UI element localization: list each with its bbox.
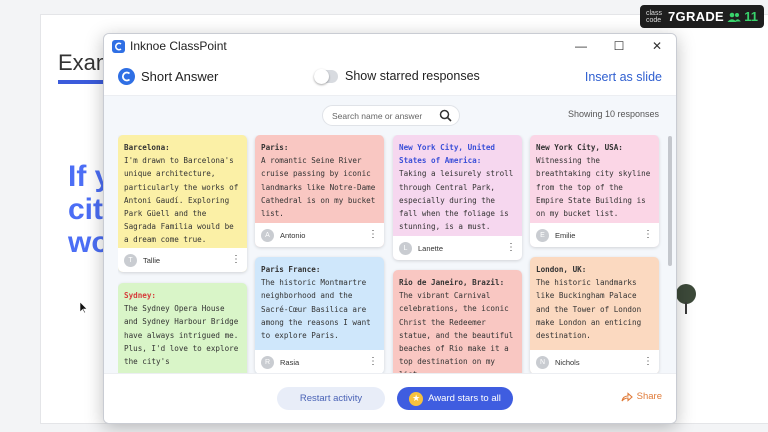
- student-name: Rasia: [280, 357, 300, 367]
- search-placeholder: Search name or answer: [332, 110, 423, 121]
- class-code-label: class code: [646, 9, 662, 24]
- response-card[interactable]: Barcelona: I'm drawn to Barcelona's uniqu…: [118, 135, 247, 272]
- close-icon[interactable]: ✕: [638, 34, 676, 58]
- insert-as-slide-button[interactable]: Insert as slide: [585, 70, 662, 84]
- avatar: R: [261, 355, 274, 369]
- response-text: New York City, United States of America:…: [393, 135, 522, 237]
- class-name: 7GRADE: [668, 9, 724, 24]
- activity-title: Short Answer: [141, 69, 219, 84]
- star-icon: ★: [409, 391, 424, 406]
- award-stars-button[interactable]: ★ Award stars to all: [397, 387, 513, 410]
- starred-toggle[interactable]: [314, 68, 338, 84]
- response-location: London, UK:: [536, 265, 587, 274]
- response-text: Paris: A romantic Seine River cruise pass…: [255, 135, 384, 224]
- response-footer: E Emilie ⋮: [530, 223, 659, 247]
- users-icon: [727, 12, 742, 22]
- maximize-icon[interactable]: ☐: [600, 34, 638, 58]
- response-body: A romantic Seine River cruise passing by…: [261, 156, 376, 219]
- award-stars-label: Award stars to all: [428, 393, 501, 404]
- share-icon: [621, 391, 633, 402]
- starred-toggle-label: Show starred responses: [345, 69, 480, 83]
- student-name: Lanette: [418, 243, 444, 253]
- more-options-icon[interactable]: ⋮: [643, 230, 653, 240]
- response-text: Sydney: The Sydney Opera House and Sydney…: [118, 283, 247, 372]
- response-count: Showing 10 responses: [567, 109, 659, 119]
- response-location: New York City, United States of America:: [399, 143, 496, 166]
- response-footer: T Tallie ⋮: [118, 248, 247, 272]
- minimize-icon[interactable]: —: [562, 34, 600, 58]
- classpoint-logo-icon: [112, 39, 125, 53]
- response-card[interactable]: London, UK: The historic landmarks like B…: [530, 257, 659, 374]
- response-location: Paris France:: [261, 265, 321, 274]
- more-options-icon[interactable]: ⋮: [368, 230, 378, 240]
- response-footer: A Antonio ⋮: [255, 223, 384, 247]
- response-card[interactable]: New York City, USA: Witnessing the breath…: [530, 135, 659, 247]
- response-card[interactable]: Paris: A romantic Seine River cruise pass…: [255, 135, 384, 247]
- window-title: Inknoe ClassPoint: [130, 39, 227, 53]
- response-footer: L Lanette ⋮: [393, 236, 522, 260]
- scrollbar[interactable]: [668, 136, 672, 266]
- share-button[interactable]: Share: [621, 391, 662, 402]
- response-location: Barcelona:: [124, 143, 170, 152]
- response-card[interactable]: Rio de Janeiro, Brazil: The vibrant Carni…: [393, 270, 522, 374]
- response-footer: R Rasia ⋮: [255, 350, 384, 374]
- short-answer-icon: [118, 68, 135, 85]
- response-footer: N Nichols ⋮: [530, 350, 659, 374]
- response-text: New York City, USA: Witnessing the breath…: [530, 135, 659, 224]
- student-name: Tallie: [143, 255, 161, 265]
- student-name: Antonio: [280, 230, 306, 240]
- mouse-cursor-icon: [80, 302, 88, 314]
- student-name: Nichols: [555, 357, 580, 367]
- search-icon[interactable]: [439, 109, 452, 122]
- response-text: London, UK: The historic landmarks like B…: [530, 257, 659, 346]
- response-text: Paris France: The historic Montmartre nei…: [255, 257, 384, 346]
- more-options-icon[interactable]: ⋮: [368, 357, 378, 367]
- tree-image: [676, 284, 696, 314]
- response-location: Sydney:: [124, 291, 157, 300]
- more-options-icon[interactable]: ⋮: [643, 357, 653, 367]
- response-text: Rio de Janeiro, Brazil: The vibrant Carni…: [393, 270, 522, 374]
- response-location: Rio de Janeiro, Brazil:: [399, 278, 505, 287]
- student-name: Emilie: [555, 230, 576, 240]
- more-options-icon[interactable]: ⋮: [506, 243, 516, 253]
- participant-count: 11: [727, 9, 758, 24]
- response-body: I'm drawn to Barcelona's unique architec…: [124, 156, 239, 245]
- responses-grid: Barcelona: I'm drawn to Barcelona's uniqu…: [118, 135, 668, 374]
- response-body: The vibrant Carnival celebrations, the i…: [399, 291, 514, 374]
- search-input[interactable]: Search name or answer: [322, 105, 460, 126]
- avatar: T: [124, 253, 137, 267]
- response-card[interactable]: New York City, United States of America:…: [393, 135, 522, 260]
- avatar: N: [536, 355, 549, 369]
- response-body: The historic Montmartre neighborhood and…: [261, 278, 371, 341]
- more-options-icon[interactable]: ⋮: [231, 255, 241, 265]
- avatar: L: [399, 241, 412, 255]
- class-code-badge[interactable]: class code 7GRADE 11: [640, 5, 764, 28]
- bottom-bar: Restart activity ★ Award stars to all Sh…: [104, 373, 676, 423]
- share-label: Share: [636, 391, 662, 402]
- response-location: Paris:: [261, 143, 289, 152]
- title-bar: Inknoe ClassPoint — ☐ ✕: [104, 34, 676, 58]
- response-body: The Sydney Opera House and Sydney Harbou…: [124, 304, 239, 367]
- avatar: E: [536, 228, 549, 242]
- response-card[interactable]: Sydney: The Sydney Opera House and Sydney…: [118, 283, 247, 374]
- response-body: Taking a leisurely stroll through Centra…: [399, 169, 514, 232]
- avatar: A: [261, 228, 274, 242]
- search-row: Search name or answer Showing 10 respons…: [104, 96, 676, 134]
- starred-toggle-group: Show starred responses: [314, 68, 480, 84]
- classpoint-window: Inknoe ClassPoint — ☐ ✕ Short Answer Ins…: [103, 33, 677, 424]
- response-location: New York City, USA:: [536, 143, 623, 152]
- response-text: Barcelona: I'm drawn to Barcelona's uniqu…: [118, 135, 247, 251]
- response-body: The historic landmarks like Buckingham P…: [536, 278, 642, 341]
- response-body: Witnessing the breathtaking city skyline…: [536, 156, 651, 219]
- restart-activity-button[interactable]: Restart activity: [277, 387, 385, 410]
- response-card[interactable]: Paris France: The historic Montmartre nei…: [255, 257, 384, 374]
